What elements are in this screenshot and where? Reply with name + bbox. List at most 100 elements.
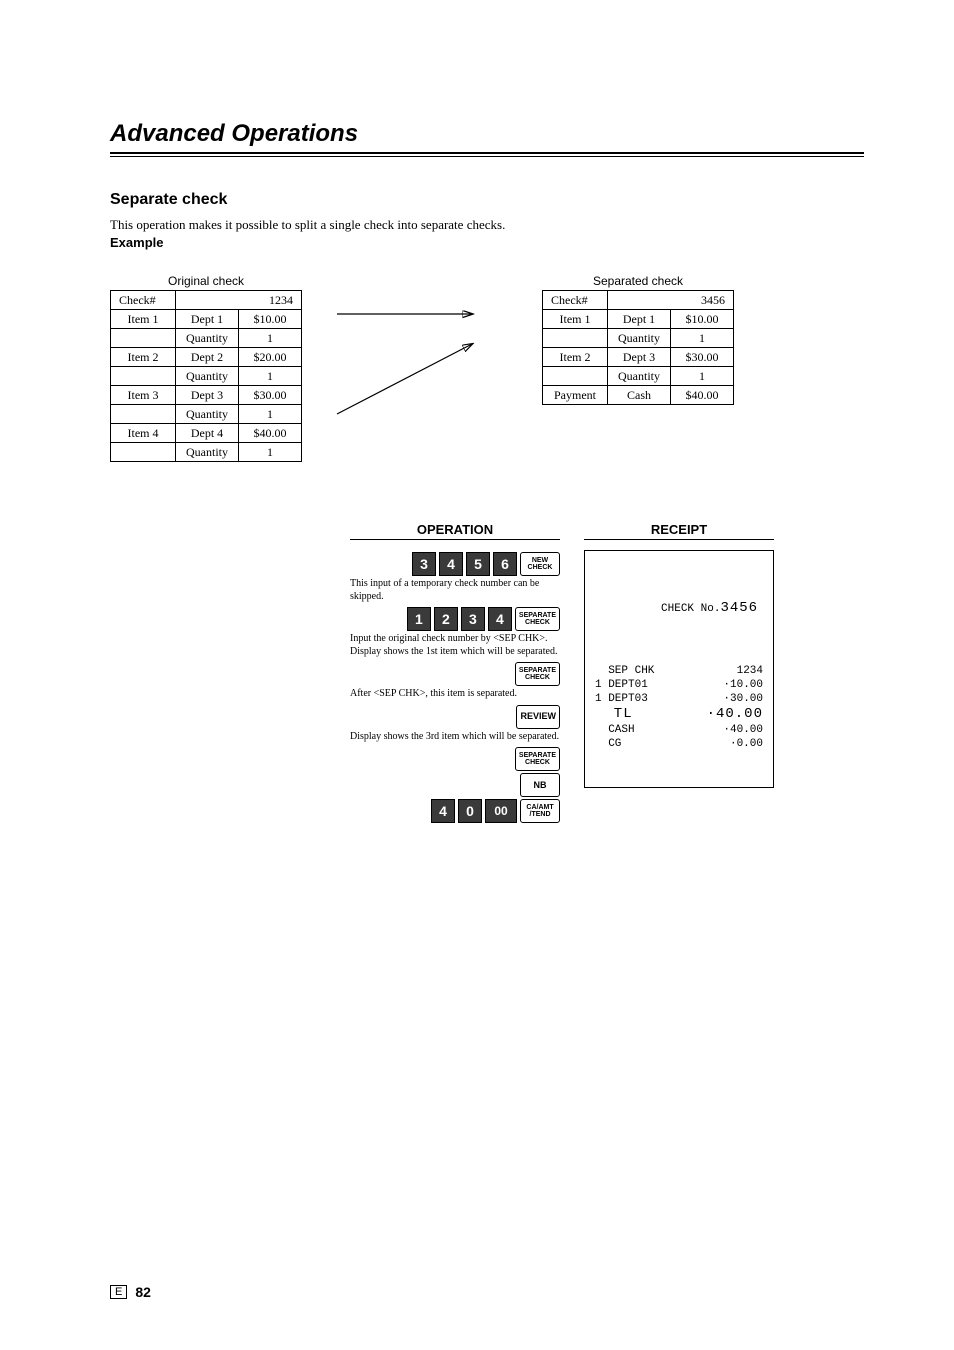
numeric-key[interactable]: 4 [431,799,455,823]
cell: Item 2 [543,348,608,367]
cell: Item 1 [543,310,608,329]
numeric-key[interactable]: 5 [466,552,490,576]
cell: 1 [239,367,302,386]
arrows [332,274,512,424]
cell: 3456 [608,291,734,310]
function-key[interactable]: REVIEW [516,705,560,729]
cell: 1234 [176,291,302,310]
function-key[interactable]: SEPARATECHECK [515,662,560,686]
cell: Cash [608,386,671,405]
operation-note: Display shows the 3rd item which will be… [350,731,560,744]
cell: Quantity [176,443,239,462]
cell: $10.00 [239,310,302,329]
receipt-line-left: TL [595,706,633,724]
function-key[interactable]: NEWCHECK [520,552,560,576]
cell: 1 [671,329,734,348]
numeric-key[interactable]: 2 [434,607,458,631]
receipt-title: CHECK No.3456 [595,587,763,632]
cell [111,367,176,386]
cell: Dept 1 [176,310,239,329]
function-key[interactable]: CA/AMT/TEND [520,799,560,823]
receipt-line: CG ·0.00 [595,738,763,752]
function-key[interactable]: SEPARATECHECK [515,607,560,631]
receipt-line: TL ·40.00 [595,706,763,724]
cell: $30.00 [671,348,734,367]
operation-step: REVIEW [350,705,560,729]
receipt-line-right: ·40.00 [707,706,763,724]
cell: 1 [239,329,302,348]
numeric-key[interactable]: 00 [485,799,517,823]
receipt-line: 1 DEPT03 ·30.00 [595,693,763,707]
cell: $20.00 [239,348,302,367]
numeric-key[interactable]: 3 [412,552,436,576]
operation-note: This input of a temporary check number c… [350,578,560,603]
function-key[interactable]: NB [520,773,560,797]
operation-header: OPERATION [350,522,560,540]
cell: 1 [239,443,302,462]
chapter-rule [110,152,864,157]
numeric-key[interactable]: 4 [439,552,463,576]
cell [111,405,176,424]
cell: Quantity [176,405,239,424]
chapter-title: Advanced Operations [110,120,864,148]
cell: Payment [543,386,608,405]
numeric-key[interactable]: 1 [407,607,431,631]
cell [111,329,176,348]
operation-step: 3456NEWCHECK [350,552,560,576]
numeric-key[interactable]: 3 [461,607,485,631]
cell: $10.00 [671,310,734,329]
cell: Dept 4 [176,424,239,443]
receipt-line-left: 1 DEPT03 [595,693,648,707]
cell [543,329,608,348]
receipt-line: SEP CHK 1234 [595,665,763,679]
separated-check-block: Separated check Check# 3456 Item 1 Dept … [542,274,734,405]
cell [543,367,608,386]
cell [111,443,176,462]
cell: Quantity [608,329,671,348]
cell: Check# [111,291,176,310]
cell: Item 4 [111,424,176,443]
cell: Item 2 [111,348,176,367]
operation-receipt-row: OPERATION 3456NEWCHECKThis input of a te… [350,522,864,825]
original-check-block: Original check Check# 1234 Item 1 Dept 1… [110,274,302,462]
receipt-line-left: CG [595,738,621,752]
cell: Item 3 [111,386,176,405]
operation-step: 4000CA/AMT/TEND [350,799,560,823]
function-key[interactable]: SEPARATECHECK [515,747,560,771]
example-diagram: Original check Check# 1234 Item 1 Dept 1… [110,274,864,462]
numeric-key[interactable]: 0 [458,799,482,823]
section-title: Separate check [110,191,864,209]
receipt-line-right: ·10.00 [723,679,763,693]
cell: Dept 3 [176,386,239,405]
numeric-key[interactable]: 4 [488,607,512,631]
cell: Check# [543,291,608,310]
cell: $40.00 [239,424,302,443]
operation-step: NB [350,773,560,797]
operation-step: SEPARATECHECK [350,662,560,686]
receipt-line-right: ·40.00 [723,724,763,738]
section-intro: This operation makes it possible to spli… [110,217,864,233]
receipt-line-right: 1234 [737,665,763,679]
receipt-column: RECEIPT CHECK No.3456 SEP CHK12341 DEPT0… [584,522,774,825]
receipt-line: 1 DEPT01·10.00 [595,679,763,693]
operation-column: OPERATION 3456NEWCHECKThis input of a te… [350,522,560,825]
receipt-box: CHECK No.3456 SEP CHK 12341 DEPT01·10.001… [584,550,774,788]
receipt-line-right: ·30.00 [723,693,763,707]
example-label: Example [110,235,864,250]
cell: Quantity [176,367,239,386]
numeric-key[interactable]: 6 [493,552,517,576]
operation-step: 1234SEPARATECHECK [350,607,560,631]
receipt-line-left: SEP CHK [595,665,654,679]
cell: Quantity [608,367,671,386]
operation-note: Input the original check number by <SEP … [350,633,560,658]
receipt-line: CASH·40.00 [595,724,763,738]
separated-check-table: Check# 3456 Item 1 Dept 1 $10.00 Quantit… [542,290,734,405]
page-footer: E 82 [110,1284,151,1300]
footer-page: 82 [135,1284,151,1300]
receipt-title-number: 3456 [720,600,758,616]
receipt-header: RECEIPT [584,522,774,540]
cell: Dept 2 [176,348,239,367]
separated-check-caption: Separated check [593,274,683,288]
receipt-line-right: ·0.00 [730,738,763,752]
cell: Quantity [176,329,239,348]
